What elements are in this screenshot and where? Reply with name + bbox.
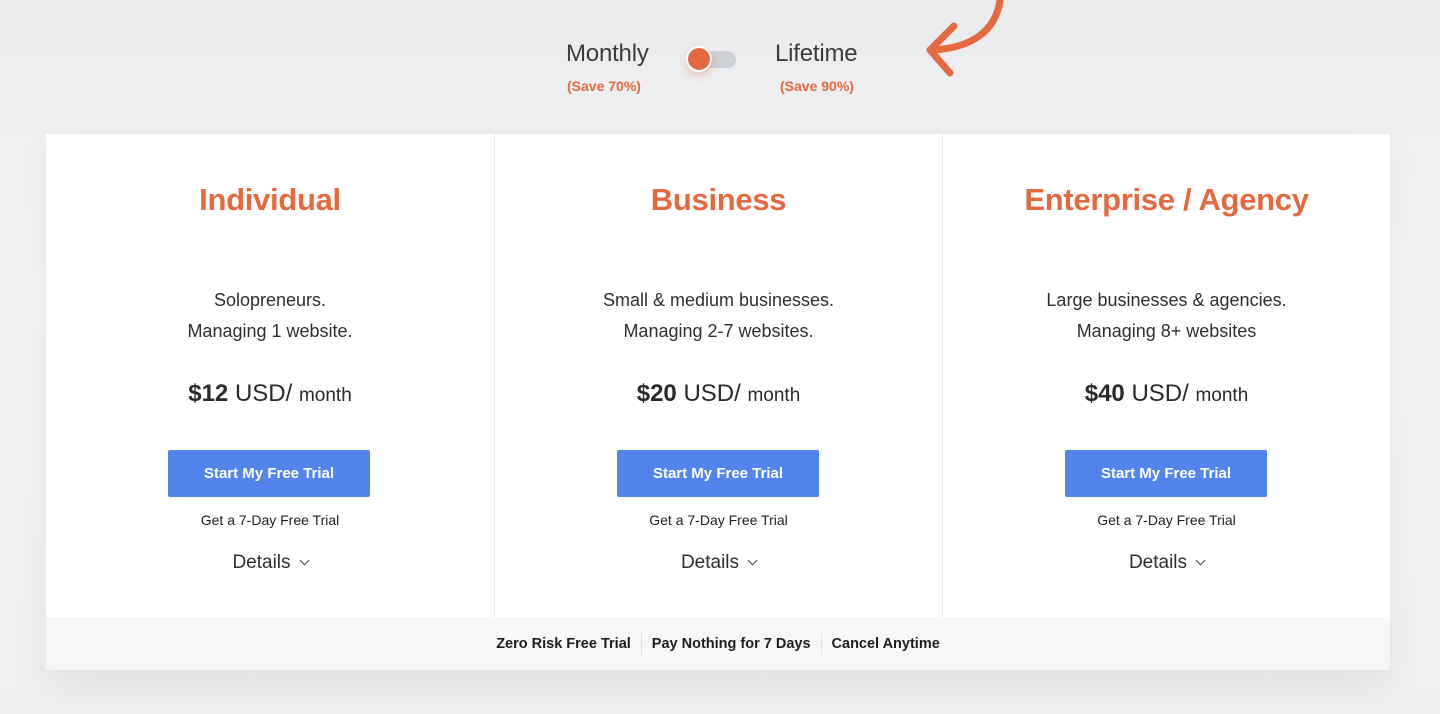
price-unit: USD/: [234, 380, 293, 407]
plan-enterprise: Enterprise / Agency Large businesses & a…: [942, 134, 1390, 617]
chevron-down-icon: [299, 555, 309, 566]
start-trial-button[interactable]: Start My Free Trial: [168, 450, 370, 497]
details-toggle[interactable]: Details: [46, 552, 494, 574]
monthly-label[interactable]: Monthly: [566, 40, 649, 68]
plan-description: Small & medium businesses. Managing 2-7 …: [495, 285, 942, 347]
price-period: month: [1195, 385, 1249, 406]
details-label: Details: [1128, 552, 1188, 573]
plan-desc-line: Managing 2-7 websites.: [623, 321, 814, 341]
details-label: Details: [680, 552, 740, 573]
price-unit: USD/: [1131, 380, 1189, 407]
plan-title: Individual: [199, 182, 341, 217]
chevron-down-icon: [1195, 555, 1206, 566]
start-trial-button[interactable]: Start My Free Trial: [1065, 450, 1267, 497]
trial-note: Get a 7-Day Free Trial: [649, 512, 788, 528]
chevron-down-icon: [747, 555, 758, 566]
switch-knob[interactable]: [686, 46, 712, 72]
plan-title: Enterprise / Agency: [1024, 182, 1309, 217]
billing-switch[interactable]: [686, 46, 738, 72]
billing-toggle: Monthly (Save 70%) Lifetime (Save 90%): [0, 38, 1440, 108]
plan-desc-line: Solopreneurs.: [213, 290, 327, 310]
plan-price: $40 USD/ month: [943, 380, 1390, 408]
plan-individual: Individual Solopreneurs. Managing 1 webs…: [46, 134, 494, 617]
curved-arrow-icon: [926, 0, 1004, 77]
plan-desc-line: Managing 8+ websites: [1076, 321, 1257, 341]
guarantee-zero-risk: Zero Risk Free Trial: [496, 635, 631, 652]
plan-desc-line: Small & medium businesses.: [602, 290, 835, 310]
plan-price: $20 USD/ month: [495, 380, 942, 408]
price-amount: $12: [188, 380, 229, 407]
details-label: Details: [232, 552, 291, 573]
pricing-card: Individual Solopreneurs. Managing 1 webs…: [46, 134, 1390, 670]
details-toggle[interactable]: Details: [943, 552, 1390, 574]
plan-price: $12 USD/ month: [46, 380, 494, 408]
price-period: month: [747, 385, 801, 406]
plan-desc-line: Managing 1 website.: [187, 321, 353, 341]
lifetime-save-badge: (Save 90%): [780, 78, 854, 94]
guarantee-cancel-anytime: Cancel Anytime: [831, 635, 940, 652]
plan-desc-line: Large businesses & agencies.: [1046, 290, 1287, 310]
trial-note: Get a 7-Day Free Trial: [1097, 512, 1236, 528]
guarantee-pay-nothing: Pay Nothing for 7 Days: [651, 635, 811, 652]
monthly-save-badge: (Save 70%): [567, 78, 641, 94]
plans: Individual Solopreneurs. Managing 1 webs…: [46, 134, 1390, 617]
price-unit: USD/: [683, 380, 741, 407]
price-amount: $20: [636, 380, 677, 407]
trial-note: Get a 7-Day Free Trial: [200, 512, 340, 528]
plan-description: Solopreneurs. Managing 1 website.: [46, 285, 494, 347]
price-period: month: [298, 385, 352, 406]
start-trial-button[interactable]: Start My Free Trial: [617, 450, 819, 497]
guarantee-bar: Zero Risk Free Trial Pay Nothing for 7 D…: [46, 617, 1390, 670]
plan-title: Business: [650, 182, 787, 217]
plan-description: Large businesses & agencies. Managing 8+…: [943, 285, 1390, 347]
plan-business: Business Small & medium businesses. Mana…: [494, 134, 942, 617]
price-amount: $40: [1084, 380, 1125, 407]
details-toggle[interactable]: Details: [495, 552, 942, 574]
lifetime-label[interactable]: Lifetime: [775, 40, 858, 68]
